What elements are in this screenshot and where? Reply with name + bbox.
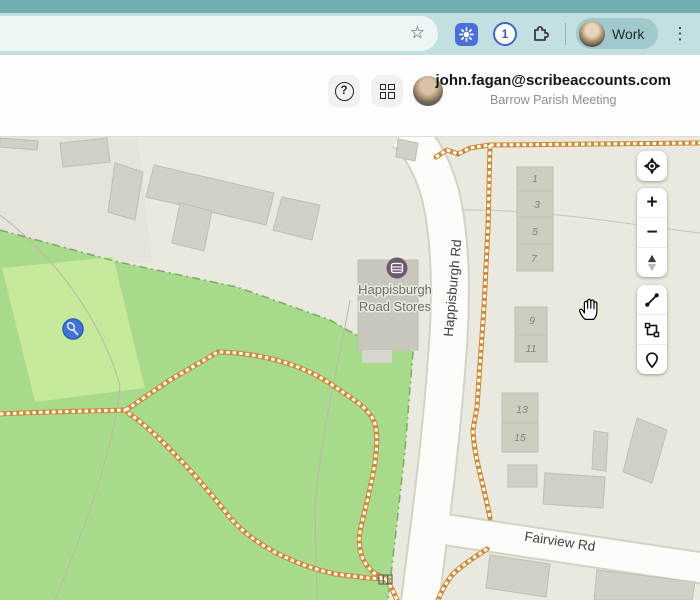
add-pin-button[interactable] (637, 344, 667, 374)
svg-text:3: 3 (534, 199, 540, 211)
app-header: ? john.fagan@scribeaccounts.com Barrow P… (0, 55, 700, 137)
profile-name: Work (612, 25, 645, 42)
account-identity: john.fagan@scribeaccounts.com Barrow Par… (435, 72, 671, 107)
sun-gear-icon (459, 27, 474, 42)
draw-tools-control (637, 285, 667, 374)
extension-icon-blue[interactable] (455, 23, 478, 46)
svg-text:9: 9 (529, 315, 535, 327)
zoom-in-button[interactable]: + (637, 188, 667, 217)
browser-toolbar: ☆ 1 Work ⋮ (0, 13, 700, 55)
browser-tab-strip (0, 0, 700, 13)
sports-pitch-marker[interactable] (62, 318, 84, 340)
compass-button[interactable] (637, 247, 667, 277)
store-icon (386, 257, 408, 279)
account-email: john.fagan@scribeaccounts.com (435, 72, 671, 89)
svg-text:11: 11 (526, 343, 537, 355)
locate-button[interactable] (637, 151, 667, 181)
extensions-puzzle-icon[interactable] (529, 22, 551, 44)
profile-avatar (579, 20, 605, 47)
bookmark-star-icon[interactable]: ☆ (410, 23, 425, 43)
locate-icon (643, 157, 661, 174)
grid-icon (379, 83, 395, 99)
password-manager-icon[interactable]: 1 (493, 22, 517, 46)
store-label-line1: Happisburgh (358, 282, 432, 297)
help-button[interactable]: ? (328, 75, 360, 107)
address-bar[interactable]: ☆ (0, 16, 438, 51)
help-icon: ? (334, 81, 354, 101)
pin-tool-icon (645, 351, 659, 368)
svg-text:15: 15 (514, 432, 526, 444)
apps-grid-button[interactable] (371, 75, 403, 107)
svg-text:1: 1 (532, 173, 538, 185)
zoom-control: + − (637, 188, 667, 277)
draw-area-button[interactable] (637, 314, 667, 344)
browser-menu-button[interactable]: ⋮ (667, 21, 693, 47)
browser-profile-chip[interactable]: Work (576, 18, 659, 49)
area-tool-icon (644, 322, 660, 337)
measure-path-button[interactable] (637, 285, 667, 314)
path-tool-icon (645, 292, 659, 307)
map-canvas[interactable]: Happisburgh Road Stores 1 3 5 7 9 11 13 … (0, 114, 700, 605)
compass-icon (647, 254, 657, 271)
store-label-line2: Road Stores (359, 299, 432, 314)
map-container: Happisburgh Road Stores 1 3 5 7 9 11 13 … (0, 114, 700, 605)
toolbar-divider (565, 23, 566, 45)
zoom-out-button[interactable]: − (637, 217, 667, 247)
account-organisation: Barrow Parish Meeting (490, 93, 617, 107)
svg-text:13: 13 (516, 404, 528, 416)
svg-text:5: 5 (532, 226, 538, 238)
